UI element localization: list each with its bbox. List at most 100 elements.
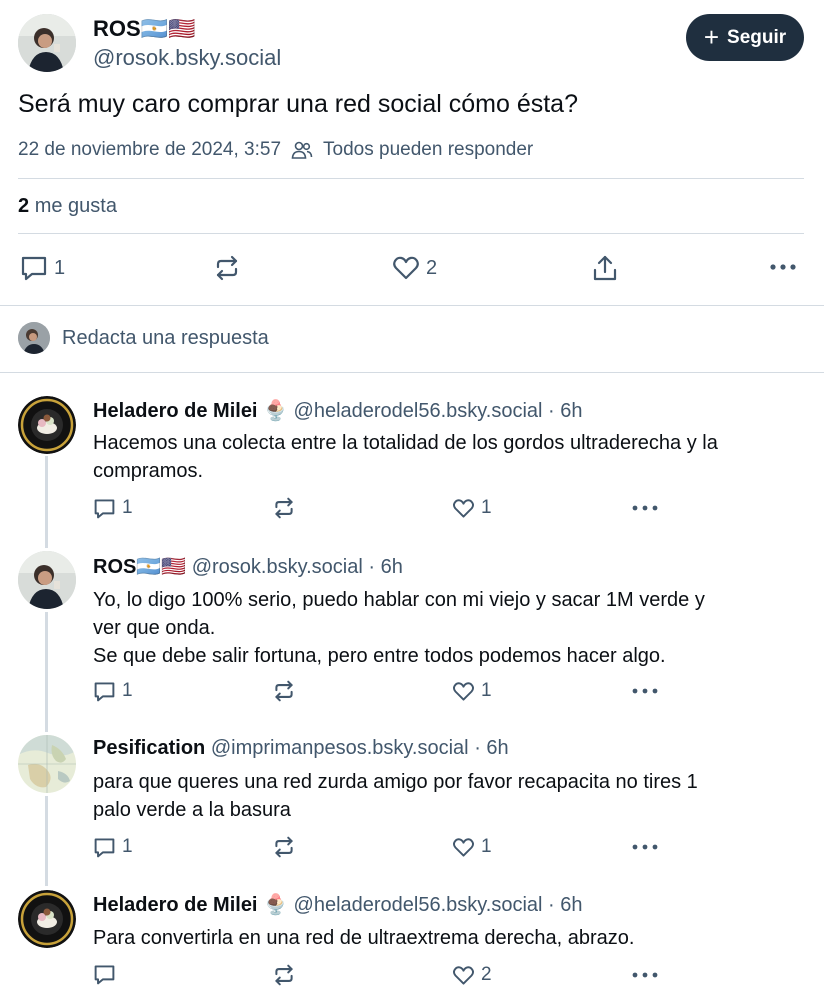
likes-label: me gusta: [34, 195, 117, 217]
reply-text-line: palo verde a la basura: [93, 799, 291, 821]
reply-actions: 1 1: [93, 677, 693, 707]
reply-button[interactable]: 1: [93, 680, 133, 702]
more-options-button[interactable]: [770, 264, 796, 270]
ellipsis-icon: [770, 264, 796, 270]
reply-text: Para convertirla en una red de ultraextr…: [93, 924, 793, 952]
more-options-button[interactable]: [632, 844, 658, 850]
repost-button[interactable]: [273, 964, 295, 986]
post-meta: 22 de noviembre de 2024, 3:57 Todos pued…: [18, 139, 533, 161]
thread-line: [45, 612, 48, 732]
share-button[interactable]: [592, 254, 618, 282]
heart-icon: [453, 965, 474, 985]
reply-count: 1: [122, 680, 133, 701]
reply-text-line: compramos.: [93, 460, 204, 482]
reply-text-line: para que queres una red zurda amigo por …: [93, 771, 698, 793]
reply-button[interactable]: [93, 964, 122, 985]
speech-bubble-icon: [94, 498, 115, 518]
repost-arrows-icon: [275, 964, 293, 986]
likes-summary[interactable]: 2 me gusta: [18, 195, 117, 218]
reply-time[interactable]: · 6h: [548, 400, 582, 422]
people-icon: [291, 140, 313, 160]
reply-time[interactable]: · 6h: [368, 556, 402, 578]
repost-arrows-icon: [275, 497, 293, 519]
reply-author-name[interactable]: Pesification: [93, 737, 205, 759]
follow-label: Seguir: [727, 26, 787, 48]
reply-text: Hacemos una colecta entre la totalidad d…: [93, 429, 793, 485]
thread-line: [45, 456, 48, 548]
speech-bubble-icon: [94, 837, 115, 857]
author-name[interactable]: ROS🇦🇷🇺🇸: [93, 16, 195, 42]
plus-icon: +: [703, 21, 720, 52]
likes-count: 2: [18, 195, 30, 217]
reply-author-handle[interactable]: @heladerodel56.bsky.social: [294, 400, 543, 422]
follow-button[interactable]: + Seguir: [686, 14, 804, 61]
divider: [0, 305, 824, 306]
ellipsis-icon: [632, 688, 658, 694]
reply-text-line: ver que onda.: [93, 617, 216, 639]
speech-bubble-icon: [21, 256, 47, 281]
reply-count: 1: [54, 256, 66, 279]
avatar[interactable]: [18, 396, 76, 454]
divider: [0, 372, 824, 373]
reply-header: Heladero de Milei 🍨 @heladerodel56.bsky.…: [93, 892, 583, 917]
repost-button[interactable]: [214, 255, 240, 281]
reply-time[interactable]: · 6h: [548, 894, 582, 916]
reply-author-name[interactable]: ROS🇦🇷🇺🇸: [93, 556, 186, 578]
more-options-button[interactable]: [632, 505, 658, 511]
reply-text: Yo, lo digo 100% serio, puedo hablar con…: [93, 586, 793, 670]
reply-header: Heladero de Milei 🍨 @heladerodel56.bsky.…: [93, 398, 583, 423]
like-button[interactable]: 2: [452, 964, 492, 986]
heart-icon: [453, 681, 474, 701]
reply-text-line: Yo, lo digo 100% serio, puedo hablar con…: [93, 589, 705, 611]
thread-line: [45, 796, 48, 886]
speech-bubble-icon: [94, 681, 115, 701]
reply-author-handle[interactable]: @heladerodel56.bsky.social: [294, 894, 543, 916]
repost-arrows-icon: [275, 836, 293, 858]
reply-actions: 1 1: [93, 494, 693, 524]
author-avatar[interactable]: [18, 14, 76, 72]
more-options-button[interactable]: [632, 688, 658, 694]
like-count: 2: [481, 964, 492, 985]
heart-icon: [393, 256, 419, 280]
like-button[interactable]: 1: [452, 836, 492, 858]
reply-setting: Todos pueden responder: [323, 139, 534, 160]
author-handle[interactable]: @rosok.bsky.social: [93, 45, 281, 71]
post-text: Será muy caro comprar una red social cóm…: [18, 90, 578, 118]
reply-author-handle[interactable]: @rosok.bsky.social: [192, 556, 363, 578]
like-button[interactable]: 1: [452, 680, 492, 702]
repost-button[interactable]: [273, 836, 295, 858]
speech-bubble-icon: [94, 965, 115, 985]
avatar[interactable]: [18, 735, 76, 793]
divider: [18, 233, 804, 234]
reply-count: 1: [122, 497, 133, 518]
reply-button[interactable]: 1: [20, 255, 65, 281]
more-options-button[interactable]: [632, 972, 658, 978]
like-count: 2: [426, 256, 438, 279]
avatar[interactable]: [18, 890, 76, 948]
ellipsis-icon: [632, 972, 658, 978]
avatar[interactable]: [18, 551, 76, 609]
reply-button[interactable]: 1: [93, 836, 133, 858]
reply-author-name[interactable]: Heladero de Milei 🍨: [93, 894, 288, 916]
share-upload-icon: [593, 255, 617, 281]
reply-author-name[interactable]: Heladero de Milei 🍨: [93, 400, 288, 422]
reply-author-handle[interactable]: @imprimanpesos.bsky.social: [211, 737, 469, 759]
compose-reply[interactable]: Redacta una respuesta: [18, 322, 269, 354]
like-button[interactable]: 1: [452, 497, 492, 519]
like-count: 1: [481, 836, 492, 857]
repost-button[interactable]: [273, 680, 295, 702]
avatar: [18, 322, 50, 354]
ellipsis-icon: [632, 505, 658, 511]
heart-icon: [453, 498, 474, 518]
repost-arrows-icon: [216, 255, 238, 281]
like-button[interactable]: 2: [392, 255, 437, 281]
compose-placeholder: Redacta una respuesta: [62, 326, 269, 349]
repost-arrows-icon: [275, 680, 293, 702]
reply-button[interactable]: 1: [93, 497, 133, 519]
heart-icon: [453, 837, 474, 857]
repost-button[interactable]: [273, 497, 295, 519]
reply-time[interactable]: · 6h: [474, 737, 508, 759]
post-date[interactable]: 22 de noviembre de 2024, 3:57: [18, 139, 281, 161]
like-count: 1: [481, 497, 492, 518]
like-count: 1: [481, 680, 492, 701]
